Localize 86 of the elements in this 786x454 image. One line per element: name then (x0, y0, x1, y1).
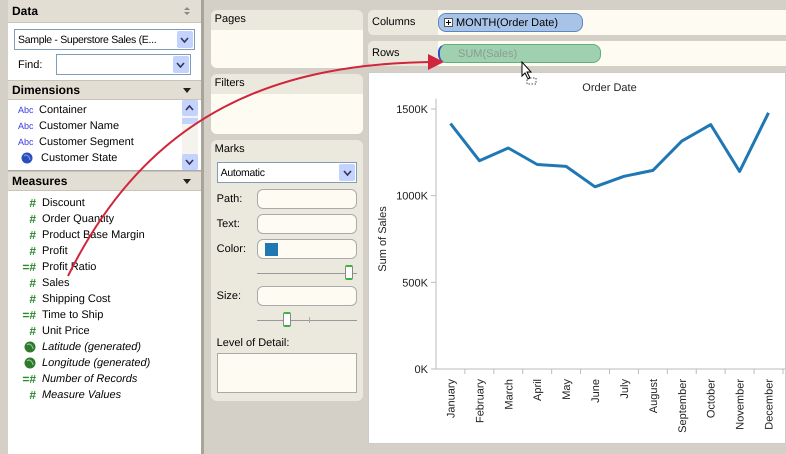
x-tick-label: August (648, 379, 660, 414)
menu-arrow-icon[interactable] (182, 178, 191, 184)
find-label: Find: (18, 58, 44, 70)
measure-label: Discount (42, 197, 85, 209)
opacity-slider[interactable] (256, 264, 357, 282)
number-type-icon: # (29, 196, 36, 210)
measure-label: Measure Values (42, 389, 122, 401)
number-type-icon: # (29, 324, 36, 338)
text-type-icon: Abc (18, 137, 35, 147)
calculated-icon: =# (22, 372, 36, 386)
columns-shelf[interactable]: Columns MONTH(Order Date) (368, 10, 786, 35)
menu-arrow-icon[interactable] (182, 88, 191, 92)
globe-icon (21, 152, 33, 164)
level-of-detail-field[interactable] (216, 353, 357, 393)
text-label: Text: (216, 218, 241, 230)
find-field[interactable] (56, 54, 191, 75)
section-title: Dimensions (12, 83, 80, 97)
calculated-icon: =# (22, 260, 36, 274)
size-field[interactable] (256, 286, 357, 306)
measure-label: Latitude (generated) (42, 341, 142, 353)
scroll-up-icon[interactable] (185, 105, 194, 111)
path-field[interactable] (256, 189, 357, 209)
shelf-title: Pages (214, 12, 247, 27)
measure-label: Number of Records (42, 373, 138, 385)
x-tick-label: September (676, 379, 689, 433)
x-tick-label: January (445, 379, 458, 418)
dimension-item[interactable]: Abc Customer Name (18, 118, 182, 134)
color-label: Color: (216, 243, 247, 255)
globe-icon (24, 341, 36, 353)
text-field[interactable] (256, 214, 357, 234)
shelf-label: Columns (368, 10, 438, 35)
slider-thumb[interactable] (344, 265, 353, 280)
panel-title: Data (12, 4, 38, 18)
number-type-icon: # (29, 228, 36, 242)
number-type-icon: # (29, 388, 36, 402)
dimension-item[interactable]: Abc Customer Segment (18, 134, 182, 150)
measure-label: Shipping Cost (42, 293, 110, 305)
dimension-item[interactable]: Abc Container (18, 102, 182, 118)
filters-shelf[interactable]: Filters (210, 74, 363, 134)
x-tick-label: April (532, 379, 544, 402)
path-label: Path: (216, 193, 244, 205)
size-slider[interactable] (256, 311, 357, 329)
chart-title: Order Date (582, 82, 637, 94)
globe-icon (24, 357, 36, 369)
expand-icon[interactable] (444, 18, 453, 27)
number-type-icon: # (29, 212, 36, 226)
y-tick-label: 1000K (396, 190, 428, 203)
number-type-icon: # (29, 292, 36, 306)
measure-label: Sales (42, 277, 70, 289)
y-axis-title: Sum of Sales (377, 206, 389, 272)
x-tick-label: July (618, 379, 631, 399)
level-of-detail-label: Level of Detail: (216, 337, 290, 349)
x-tick-label: October (706, 379, 718, 418)
x-tick-label: December (764, 379, 776, 430)
x-tick-label: November (734, 379, 747, 430)
number-type-icon: # (29, 276, 36, 290)
section-title: Measures (12, 174, 68, 188)
slider-thumb[interactable] (283, 312, 292, 327)
y-tick-label: 500K (402, 277, 428, 290)
text-type-icon: Abc (18, 121, 35, 131)
calculated-icon: =# (22, 308, 36, 322)
number-type-icon: # (29, 244, 36, 258)
measure-label: Longitude (generated) (42, 357, 150, 369)
y-tick-label: 0K (414, 364, 428, 376)
field-pill[interactable]: MONTH(Order Date) (438, 13, 583, 32)
measure-label: Unit Price (42, 325, 90, 337)
color-field[interactable] (256, 239, 357, 259)
x-tick-label: February (474, 379, 486, 424)
measure-label: Profit (42, 245, 68, 257)
sort-icon[interactable] (182, 6, 191, 16)
scrollbar[interactable] (182, 100, 198, 170)
shelf-title: Filters (214, 76, 246, 91)
pages-shelf[interactable]: Pages (210, 10, 363, 68)
y-tick-label: 1500K (396, 104, 428, 116)
scroll-down-icon[interactable] (185, 159, 194, 165)
x-tick-label: June (590, 379, 602, 403)
scroll-thumb[interactable] (182, 118, 198, 124)
card-title: Marks (214, 142, 246, 157)
dimension-item[interactable]: Customer State (18, 150, 182, 166)
x-tick-label: May (561, 379, 574, 400)
text-type-icon: Abc (18, 105, 35, 115)
size-label: Size: (216, 290, 242, 302)
x-tick-label: March (503, 379, 516, 410)
data-source-dropdown[interactable]: Sample - Superstore Sales (E... (14, 29, 195, 50)
measure-label: Time to Ship (42, 309, 104, 321)
mark-type-dropdown[interactable]: Automatic (216, 162, 357, 183)
